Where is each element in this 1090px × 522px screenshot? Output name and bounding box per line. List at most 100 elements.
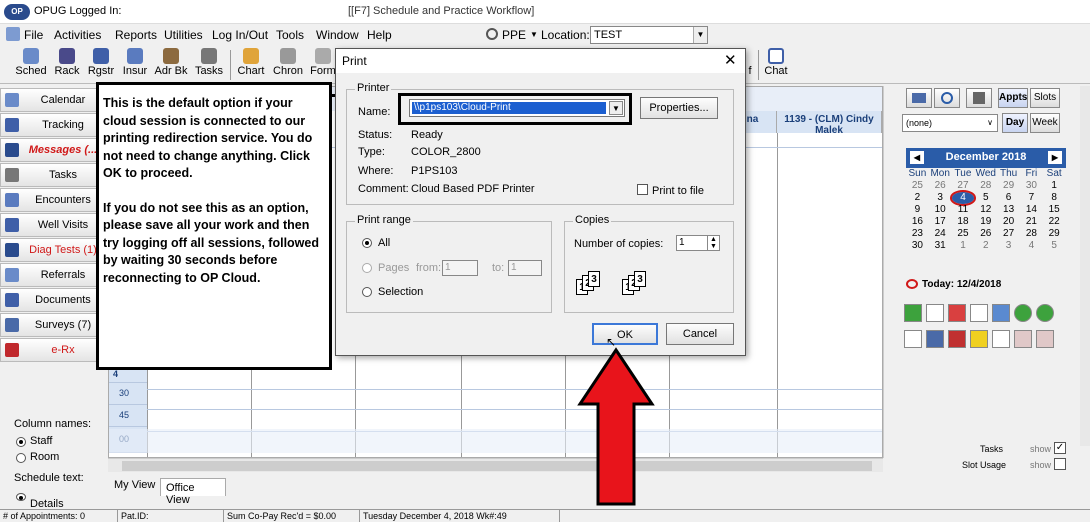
calendar-day[interactable]: 28 (974, 180, 997, 192)
slot-usage-checkbox[interactable] (1054, 458, 1066, 470)
calendar-day[interactable]: 25 (952, 228, 975, 240)
print-to-file-checkbox[interactable] (637, 184, 648, 195)
ok-button[interactable]: OK (592, 323, 658, 345)
calendar-day[interactable]: 10 (929, 204, 952, 216)
add-icon[interactable] (904, 304, 922, 322)
back-icon[interactable] (1014, 304, 1032, 322)
calendar-day[interactable]: 9 (906, 204, 929, 216)
close-icon[interactable]: ✕ (724, 51, 737, 69)
adrbk-button[interactable]: Adr Bk (153, 48, 189, 82)
calendar-day[interactable]: 11 (952, 204, 975, 216)
today-link[interactable]: Today: 12/4/2018 (922, 279, 1001, 290)
location-select[interactable]: TEST ▼ (590, 26, 708, 44)
nav-messages[interactable]: Messages (... (0, 138, 106, 162)
menu-login-out[interactable]: Log In/Out (212, 28, 268, 42)
calendar-day[interactable]: 29 (997, 180, 1020, 192)
calendar-day[interactable]: 4 (949, 190, 977, 206)
sched-button[interactable]: Sched (14, 48, 48, 82)
appts-button[interactable]: Appts (998, 88, 1028, 108)
calendar-day[interactable]: 30 (906, 240, 929, 252)
rack-button[interactable]: Rack (52, 48, 82, 82)
menu-help[interactable]: Help (367, 28, 392, 42)
clock-icon[interactable] (992, 330, 1010, 348)
people-icon[interactable] (1014, 330, 1032, 348)
calendar-day[interactable]: 19 (974, 216, 997, 228)
nav-surveys[interactable]: Surveys (7) (0, 313, 106, 337)
chron-button[interactable]: Chron (271, 48, 305, 82)
day-button[interactable]: Day (1002, 113, 1028, 133)
calendar-day[interactable]: 27 (952, 180, 975, 192)
rgstr-button[interactable]: Rgstr (85, 48, 117, 82)
range-pages-radio[interactable] (362, 263, 372, 273)
calendar-day[interactable]: 20 (997, 216, 1020, 228)
nav-referrals[interactable]: Referrals (0, 263, 106, 287)
calendar-day[interactable]: 7 (1020, 192, 1043, 204)
calendar-day[interactable]: 3 (997, 240, 1020, 252)
staff-radio[interactable] (16, 437, 26, 447)
nav-encounters[interactable]: Encounters (0, 188, 106, 212)
copy-icon[interactable] (970, 304, 988, 322)
flag-red-icon[interactable] (948, 330, 966, 348)
calendar-day[interactable]: 1 (1043, 180, 1066, 192)
next-month-button[interactable]: ▶ (1048, 151, 1062, 164)
tab-my-view[interactable]: My View (110, 476, 160, 494)
week-button[interactable]: Week (1030, 113, 1060, 133)
calendar-day[interactable]: 16 (906, 216, 929, 228)
nav-tasks[interactable]: Tasks (0, 163, 106, 187)
calendar-day[interactable]: 17 (929, 216, 952, 228)
calendar-day[interactable]: 4 (1020, 240, 1043, 252)
calendar-day[interactable]: 26 (974, 228, 997, 240)
group-icon[interactable] (1036, 330, 1054, 348)
settings-button[interactable] (966, 88, 992, 108)
calendar-day[interactable]: 31 (929, 240, 952, 252)
nav-diag-tests[interactable]: Diag Tests (1) (0, 238, 106, 262)
calendar-day[interactable]: 14 (1020, 204, 1043, 216)
print-schedule-button[interactable] (906, 88, 932, 108)
grid-horizontal-scrollbar[interactable] (108, 458, 883, 472)
tasks-show-checkbox[interactable]: ✓ (1054, 442, 1066, 454)
range-all-radio[interactable] (362, 238, 372, 248)
flag-blue-icon[interactable] (926, 330, 944, 348)
nav-tracking[interactable]: Tracking (0, 113, 106, 137)
form-button[interactable]: Form (309, 48, 337, 82)
chat-button[interactable]: Chat (762, 48, 790, 82)
to-input[interactable]: 1 (508, 260, 542, 276)
nav-calendar[interactable]: Calendar (0, 88, 106, 112)
menu-reports[interactable]: Reports (115, 28, 157, 42)
remove-icon[interactable] (948, 304, 966, 322)
nav-erx[interactable]: e-Rx (0, 338, 106, 362)
provider-select[interactable]: (none) ∨ (902, 114, 998, 132)
cancel-button[interactable]: Cancel (666, 323, 734, 345)
calendar-day[interactable]: 27 (997, 228, 1020, 240)
chart-button[interactable]: Chart (235, 48, 267, 82)
calendar-day[interactable]: 30 (1020, 180, 1043, 192)
tool-icon[interactable] (904, 330, 922, 348)
calendar-day[interactable]: 5 (974, 192, 997, 204)
help-icon[interactable] (970, 330, 988, 348)
calendar-day[interactable]: 24 (929, 228, 952, 240)
calendar-day[interactable]: 1 (952, 240, 975, 252)
menu-tools[interactable]: Tools (276, 28, 304, 42)
nav-well-visits[interactable]: Well Visits (0, 213, 106, 237)
room-radio[interactable] (16, 453, 26, 463)
edit-icon[interactable] (926, 304, 944, 322)
calendar-day[interactable]: 29 (1043, 228, 1066, 240)
forward-icon[interactable] (1036, 304, 1054, 322)
calendar-day[interactable]: 15 (1043, 204, 1066, 216)
calendar-day[interactable]: 23 (906, 228, 929, 240)
calendar-day[interactable]: 21 (1020, 216, 1043, 228)
calendar-day[interactable]: 12 (974, 204, 997, 216)
calendar-day[interactable]: 13 (997, 204, 1020, 216)
menu-activities[interactable]: Activities (54, 28, 101, 42)
calendar-day[interactable]: 22 (1043, 216, 1066, 228)
calendar-day[interactable]: 28 (1020, 228, 1043, 240)
calendar-day[interactable]: 25 (906, 180, 929, 192)
ppe-dropdown[interactable]: PPE (502, 28, 526, 42)
slots-button[interactable]: Slots (1030, 88, 1060, 108)
scrollbar-thumb[interactable] (122, 461, 872, 471)
calendar-day[interactable]: 2 (974, 240, 997, 252)
calendar-day[interactable]: 26 (929, 180, 952, 192)
tasks-button[interactable]: Tasks (193, 48, 225, 82)
app-menu-icon[interactable] (6, 27, 20, 41)
insur-button[interactable]: Insur (120, 48, 150, 82)
